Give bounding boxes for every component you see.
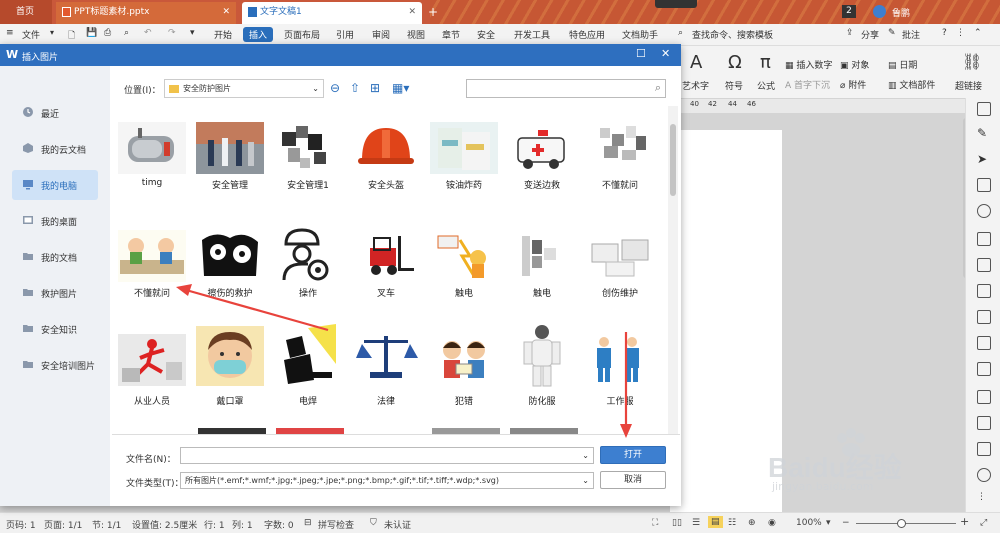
arrow-head: [176, 284, 192, 296]
arrow-line: [185, 288, 329, 332]
watermark: Baidu经验 jingyan.baidu.com: [768, 428, 968, 494]
watermark-url: jingyan.baidu.com: [772, 480, 874, 493]
arrow-head: [620, 424, 632, 438]
